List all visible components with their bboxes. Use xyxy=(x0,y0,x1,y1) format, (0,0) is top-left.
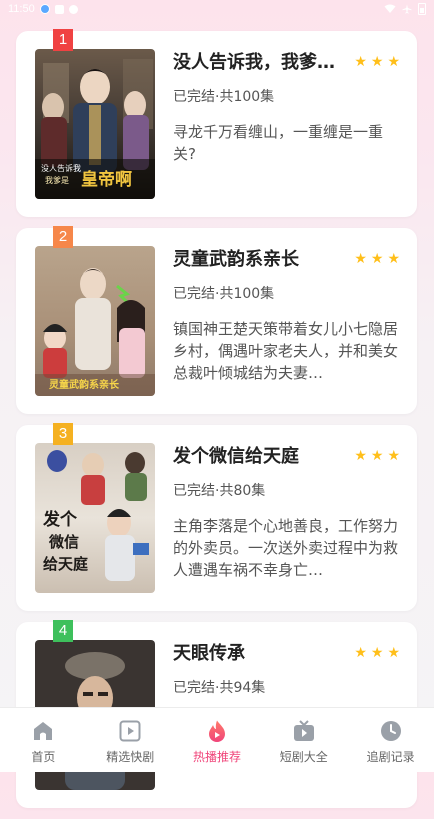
rank-badge: 1 xyxy=(53,29,73,51)
star-icon: ★ xyxy=(387,251,400,267)
airplane-icon xyxy=(402,4,412,14)
poster-caption: 没人告诉我 xyxy=(41,163,81,173)
star-icon: ★ xyxy=(354,645,367,661)
notification-icon xyxy=(39,4,50,14)
star-icon: ★ xyxy=(354,54,367,70)
drama-title[interactable]: 天眼传承 xyxy=(173,642,351,666)
drama-title[interactable]: 发个微信给天庭 xyxy=(173,445,351,469)
poster-caption: 微信 xyxy=(48,533,79,551)
star-icon: ★ xyxy=(387,645,400,661)
drama-title[interactable]: 没人告诉我，我爹是皇帝啊 xyxy=(173,51,351,75)
battery-icon xyxy=(418,3,426,15)
star-rating: ★ ★ ★ xyxy=(354,645,400,661)
flame-icon xyxy=(208,720,225,742)
star-rating: ★ ★ ★ xyxy=(354,251,400,267)
star-icon: ★ xyxy=(354,251,367,267)
star-icon: ★ xyxy=(354,448,367,464)
tab-all-dramas[interactable]: 短剧大全 xyxy=(260,708,347,772)
tab-label: 追剧记录 xyxy=(366,750,415,764)
status-left: 11:50 xyxy=(8,3,78,15)
drama-poster[interactable]: 发个 微信 给天庭 xyxy=(35,443,155,593)
star-icon: ★ xyxy=(370,645,384,661)
play-square-icon xyxy=(119,720,141,742)
drama-poster[interactable]: 灵童武韵系亲长 xyxy=(35,246,155,396)
home-icon xyxy=(34,722,53,740)
tab-label: 精选快剧 xyxy=(106,750,155,764)
notification-icon xyxy=(68,4,78,14)
poster-caption: 我爹是 xyxy=(45,175,69,185)
drama-status: 已完结·共100集 xyxy=(173,89,275,105)
drama-description: 镇国神王楚天策带着女儿小七隐居乡村，偶遇叶家老夫人，并和美女总裁叶倾城结为夫妻… xyxy=(173,320,399,382)
tv-icon xyxy=(293,720,314,741)
star-icon: ★ xyxy=(370,251,384,267)
rank-badge: 2 xyxy=(53,226,73,248)
tab-history[interactable]: 追剧记录 xyxy=(347,708,434,772)
status-time: 11:50 xyxy=(8,3,35,15)
tab-label: 短剧大全 xyxy=(279,750,328,764)
clock-icon xyxy=(380,721,401,741)
drama-title[interactable]: 灵童武韵系亲长 xyxy=(173,248,351,272)
poster-caption: 皇帝啊 xyxy=(81,169,132,190)
status-bar: 11:50 xyxy=(0,0,434,18)
drama-description: 主角李落是个心地善良，工作努力的外卖员。一次送外卖过程中为救人遭遇车祸不幸身亡… xyxy=(173,517,399,579)
tab-featured[interactable]: 精选快剧 xyxy=(87,708,174,772)
star-icon: ★ xyxy=(387,54,400,70)
star-rating: ★ ★ ★ xyxy=(354,448,400,464)
bottom-tab-bar: 首页 精选快剧 热播推荐 短剧大全 追剧记录 xyxy=(0,707,434,772)
drama-poster[interactable]: 没人告诉我 我爹是 皇帝啊 xyxy=(35,49,155,199)
star-rating: ★ ★ ★ xyxy=(354,54,400,70)
star-icon: ★ xyxy=(387,448,400,464)
rank-badge: 3 xyxy=(53,423,73,445)
drama-card[interactable]: 2 灵童武韵系亲长 灵童武韵系亲长 ★ ★ ★ 已完结·共100集 镇国神王楚天… xyxy=(16,226,417,414)
drama-status: 已完结·共80集 xyxy=(173,483,266,499)
tab-label: 首页 xyxy=(31,750,56,764)
tab-trending[interactable]: 热播推荐 xyxy=(174,708,261,772)
tab-label: 热播推荐 xyxy=(192,750,241,764)
poster-caption: 发个 xyxy=(42,509,78,530)
drama-card[interactable]: 1 没人告诉我 我爹是 皇帝啊 没人告诉我，我爹是 ★ ★ ★ 已完结·共100… xyxy=(16,29,417,217)
rank-badge: 4 xyxy=(53,620,73,642)
drama-card[interactable]: 3 发个 微信 给天庭 发个微信给天庭 ★ ★ ★ 已完结·共80集 主角李落是… xyxy=(16,423,417,611)
wifi-icon xyxy=(384,4,396,13)
star-icon: ★ xyxy=(370,54,384,70)
poster-caption: 灵童武韵系亲长 xyxy=(49,378,120,391)
drama-description: 寻龙千万看缠山，一重缠是一重关? xyxy=(173,123,384,163)
notification-icon xyxy=(54,4,64,14)
drama-status: 已完结·共94集 xyxy=(173,680,266,696)
star-icon: ★ xyxy=(370,448,384,464)
drama-ranking-list: 1 没人告诉我 我爹是 皇帝啊 没人告诉我，我爹是 ★ ★ ★ 已完结·共100… xyxy=(16,29,417,819)
status-right xyxy=(384,3,426,15)
tab-home[interactable]: 首页 xyxy=(0,708,87,772)
drama-status: 已完结·共100集 xyxy=(173,286,275,302)
poster-caption: 给天庭 xyxy=(43,555,89,573)
